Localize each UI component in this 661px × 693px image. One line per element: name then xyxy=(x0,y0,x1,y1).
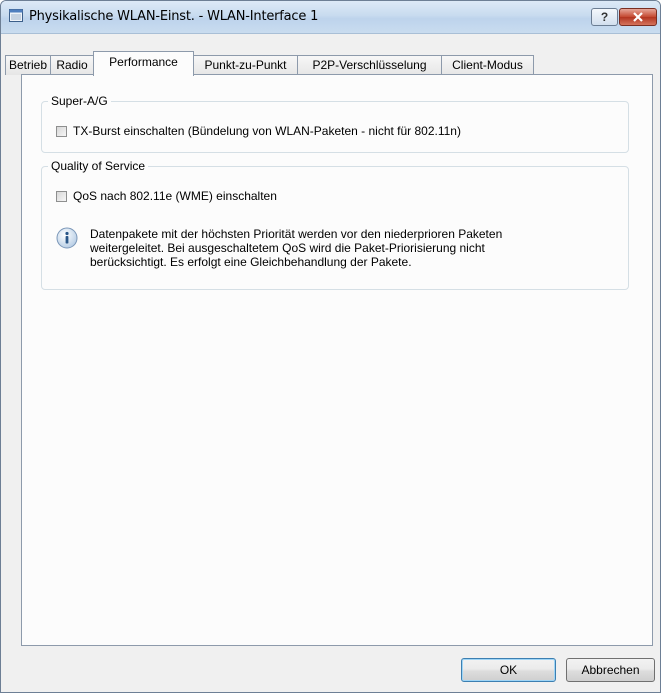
cancel-button[interactable]: Abbrechen xyxy=(566,658,655,682)
qos-info-line: weitergeleitet. Bei ausgeschaltetem QoS … xyxy=(90,241,485,255)
window-title: Physikalische WLAN-Einst. - WLAN-Interfa… xyxy=(29,9,319,24)
help-button[interactable]: ? xyxy=(591,8,618,26)
qos-info-text: Datenpakete mit der höchsten Priorität w… xyxy=(90,227,620,269)
ok-button[interactable]: OK xyxy=(461,658,556,682)
txburst-checkbox[interactable] xyxy=(56,125,67,137)
txburst-option[interactable]: TX-Burst einschalten (Bündelung von WLAN… xyxy=(56,124,461,138)
qos-info-line: Datenpakete mit der höchsten Priorität w… xyxy=(90,227,503,241)
qos-group: Quality of Service QoS nach 802.11e (WME… xyxy=(41,159,629,290)
tab-client-modus[interactable]: Client-Modus xyxy=(441,55,534,75)
tab-betrieb[interactable]: Betrieb xyxy=(5,55,51,75)
wme-label[interactable]: QoS nach 802.11e (WME) einschalten xyxy=(73,189,277,203)
tab-punkt-zu-punkt[interactable]: Punkt-zu-Punkt xyxy=(193,55,298,75)
wme-checkbox[interactable] xyxy=(56,190,67,202)
cancel-label: Abbrechen xyxy=(581,663,640,677)
qos-info-line: berücksichtigt. Es erfolgt eine Gleichbe… xyxy=(90,255,412,269)
super-ag-legend: Super-A/G xyxy=(48,94,111,108)
window-icon xyxy=(9,9,23,22)
super-ag-group: Super-A/G TX-Burst einschalten (Bündelun… xyxy=(41,94,629,153)
wme-option[interactable]: QoS nach 802.11e (WME) einschalten xyxy=(56,189,277,203)
qos-legend: Quality of Service xyxy=(48,159,149,173)
tab-p2p-verschluesselung[interactable]: P2P-Verschlüsselung xyxy=(297,55,442,75)
ok-label: OK xyxy=(499,663,518,677)
close-button[interactable] xyxy=(619,8,657,26)
tab-content-panel: Super-A/G TX-Burst einschalten (Bündelun… xyxy=(21,74,653,646)
txburst-label[interactable]: TX-Burst einschalten (Bündelung von WLAN… xyxy=(73,124,461,138)
dialog-window: Physikalische WLAN-Einst. - WLAN-Interfa… xyxy=(0,0,661,693)
title-bar[interactable]: Physikalische WLAN-Einst. - WLAN-Interfa… xyxy=(1,1,660,34)
tab-performance[interactable]: Performance xyxy=(93,51,194,76)
close-icon xyxy=(633,12,643,22)
help-icon: ? xyxy=(600,10,609,24)
tab-radio[interactable]: Radio xyxy=(50,55,94,75)
info-icon xyxy=(56,227,78,249)
